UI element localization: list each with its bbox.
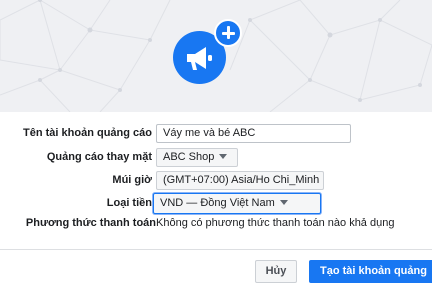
chevron-down-icon — [219, 154, 228, 159]
payment-method-value: Không có phương thức thanh toán nào khả … — [156, 217, 395, 229]
account-name-input[interactable]: Váy me và bé ABC — [156, 124, 351, 143]
cancel-button[interactable]: Hủy — [255, 260, 297, 283]
timezone-select[interactable]: (GMT+07:00) Asia/Ho Chi_Minh — [156, 171, 324, 190]
currency-value: VND — Đồng Việt Nam — [160, 197, 275, 209]
footer-divider — [0, 249, 432, 250]
account-name-label: Tên tài khoản quảng cáo — [23, 127, 152, 139]
currency-label: Loại tiền — [106, 197, 152, 209]
payment-method-label: Phương thức thanh toán — [25, 217, 156, 229]
chevron-down-icon — [279, 200, 288, 205]
create-ad-account-button[interactable]: Tạo tài khoản quảng — [309, 260, 432, 283]
plus-icon — [214, 19, 242, 47]
advertise-for-label: Quảng cáo thay mặt — [46, 151, 152, 163]
advertise-for-value: ABC Shop — [163, 151, 215, 163]
timezone-label: Múi giờ — [112, 174, 152, 186]
currency-select[interactable]: VND — Đồng Việt Nam — [153, 193, 321, 214]
dialog-header-illustration — [0, 0, 432, 112]
advertise-for-select[interactable]: ABC Shop — [156, 148, 238, 167]
timezone-value: (GMT+07:00) Asia/Ho Chi_Minh — [163, 174, 320, 186]
